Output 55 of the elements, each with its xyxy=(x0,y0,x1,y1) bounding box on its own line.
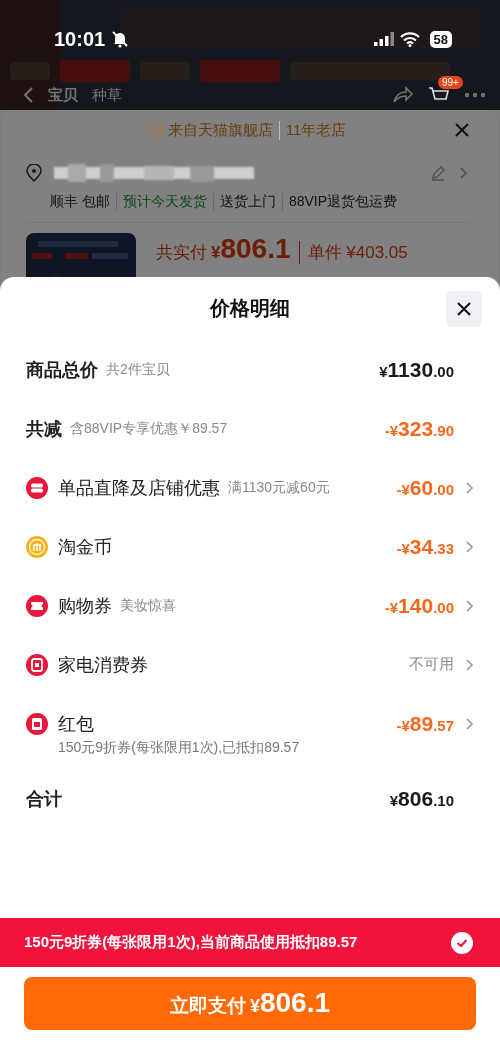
pay-button[interactable]: 立即支付 ¥806.1 xyxy=(24,977,476,1030)
wifi-icon xyxy=(399,31,420,47)
row-note: 满1130元减60元 xyxy=(228,478,330,497)
row-amount: -¥323.90 xyxy=(384,416,454,441)
close-icon xyxy=(456,301,472,317)
row-note: 美妆惊喜 xyxy=(120,596,176,615)
location-pin-icon xyxy=(26,164,42,182)
total-amount: ¥806.10 xyxy=(389,787,454,811)
row-label: 购物券 xyxy=(58,594,112,618)
shipping-tag: 送货上门 xyxy=(212,193,282,211)
back-icon xyxy=(22,86,34,104)
payment-amount: ¥806.1 xyxy=(211,233,291,265)
unit-price: 单件 ¥403.05 xyxy=(298,241,408,264)
row-label: 淘金币 xyxy=(58,535,112,559)
row-label: 红包 xyxy=(58,712,94,736)
share-icon xyxy=(392,86,414,104)
row-amount: -¥34.33 xyxy=(396,534,454,559)
shield-icon xyxy=(147,121,164,139)
row-amount: -¥89.57 xyxy=(396,711,454,736)
row-label: 商品总价 xyxy=(26,358,98,382)
store-age: 11年老店 xyxy=(278,120,347,140)
voucher-icon xyxy=(26,653,48,676)
more-icon xyxy=(464,92,486,98)
coupon-text: 150元9折券(每张限用1次),当前商品使用抵扣89.57 xyxy=(24,933,359,952)
shipping-tag: 88VIP退货包运费 xyxy=(281,193,404,211)
sheet-title: 价格明细 xyxy=(210,296,290,321)
status-time: 10:01 xyxy=(54,27,106,51)
check-icon[interactable] xyxy=(450,930,474,955)
muted-bell-icon xyxy=(111,30,130,48)
nav-tab[interactable]: 宝贝 xyxy=(48,85,78,105)
store-name: 来自天猫旗舰店 xyxy=(167,120,273,140)
nav-tab[interactable]: 种草 xyxy=(92,85,122,105)
coin-icon xyxy=(26,535,48,558)
signal-icon xyxy=(373,32,394,46)
row-label: 共减 xyxy=(26,417,62,441)
row-note: 共2件宝贝 xyxy=(106,360,170,379)
edit-icon xyxy=(430,165,446,181)
row-amount: -¥140.00 xyxy=(384,593,454,618)
row-label: 单品直降及店铺优惠 xyxy=(58,476,220,500)
row-note: 含88VIP专享优惠￥89.57 xyxy=(70,419,228,438)
shipping-tag: 预计今天发货 xyxy=(115,193,213,211)
row-amount: ¥1130.00 xyxy=(379,357,454,382)
cart-badge: 99+ xyxy=(438,76,463,89)
shipping-tag: 顺丰 包邮 xyxy=(50,193,116,211)
row-amount: -¥60.00 xyxy=(396,475,454,500)
row-detail: 150元9折券(每张限用1次),已抵扣89.57 xyxy=(57,739,301,757)
close-icon xyxy=(454,122,470,138)
envelope-icon xyxy=(26,712,48,735)
row-amount: 不可用 xyxy=(409,655,454,674)
row-label: 家电消费券 xyxy=(58,653,148,677)
payment-label: 共实付 xyxy=(156,242,207,264)
total-label: 合计 xyxy=(26,788,62,811)
chevron-icon xyxy=(458,166,468,180)
close-button[interactable] xyxy=(446,291,482,327)
ticket-icon xyxy=(26,594,48,617)
